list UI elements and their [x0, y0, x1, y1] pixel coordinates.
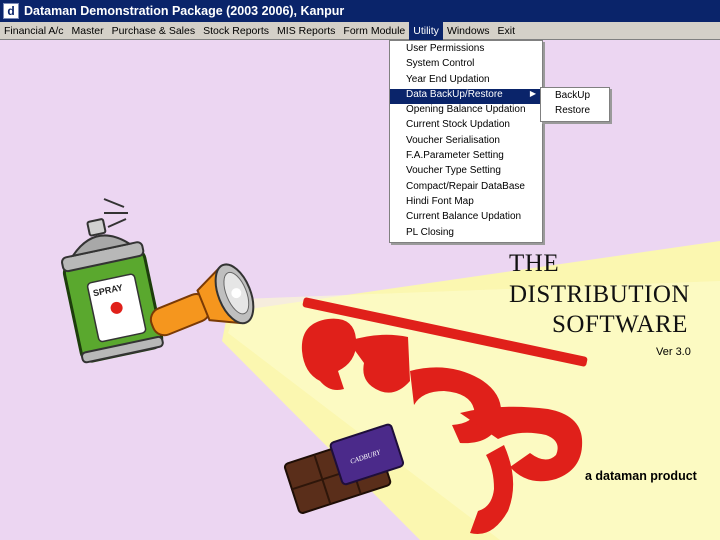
menu-mis-reports[interactable]: MIS Reports	[273, 22, 339, 40]
splash-title-distribution: DISTRIBUTION	[509, 281, 690, 308]
menu-bar: Financial A/c Master Purchase & Sales St…	[0, 21, 720, 40]
menu-item-year-end-updation[interactable]: Year End Updation	[390, 74, 542, 89]
backup-submenu: BackUp Restore	[540, 87, 610, 122]
menu-item-voucher-serialisation[interactable]: Voucher Serialisation	[390, 135, 542, 150]
splash-title-the: THE	[509, 250, 560, 277]
menu-item-system-control[interactable]: System Control	[390, 58, 542, 73]
app-icon[interactable]: d	[3, 3, 19, 19]
menu-item-pl-closing[interactable]: PL Closing	[390, 227, 542, 242]
menu-utility[interactable]: Utility	[409, 21, 443, 40]
version-label: Ver 3.0	[656, 346, 691, 358]
splash-title-software: SOFTWARE	[552, 311, 688, 338]
spray-can-icon: SPRAY	[61, 198, 164, 364]
tagline: a dataman product	[585, 469, 697, 483]
menu-item-fa-parameter-setting[interactable]: F.A.Parameter Setting	[390, 150, 542, 165]
window-title: Dataman Demonstration Package (2003 2006…	[24, 4, 345, 18]
menu-item-compact-repair-database[interactable]: Compact/Repair DataBase	[390, 181, 542, 196]
title-bar: d Dataman Demonstration Package (2003 20…	[0, 0, 720, 22]
menu-item-voucher-type-setting[interactable]: Voucher Type Setting	[390, 165, 542, 180]
menu-master[interactable]: Master	[68, 22, 108, 40]
submenu-arrow-icon: ▶	[529, 88, 536, 98]
utility-menu: User Permissions System Control Year End…	[389, 40, 543, 243]
submenu-item-backup[interactable]: BackUp	[541, 90, 609, 105]
menu-item-current-balance-updation[interactable]: Current Balance Updation	[390, 211, 542, 226]
menu-stock-reports[interactable]: Stock Reports	[199, 22, 273, 40]
menu-item-hindi-font-map[interactable]: Hindi Font Map	[390, 196, 542, 211]
menu-item-data-backup-restore-label: Data BackUp/Restore	[406, 88, 503, 100]
menu-item-current-stock-updation[interactable]: Current Stock Updation	[390, 119, 542, 134]
menu-form-module[interactable]: Form Module	[339, 22, 409, 40]
menu-windows[interactable]: Windows	[443, 22, 494, 40]
splash-canvas: SPRAY CADBURY THE DISTRIBUTION SOFTWARE …	[0, 41, 720, 540]
menu-item-opening-balance-updation[interactable]: Opening Balance Updation	[390, 104, 542, 119]
menu-purchase-sales[interactable]: Purchase & Sales	[108, 22, 199, 40]
menu-item-data-backup-restore[interactable]: Data BackUp/Restore ▶	[390, 88, 542, 105]
menu-item-user-permissions[interactable]: User Permissions	[390, 43, 542, 58]
menu-financial[interactable]: Financial A/c	[0, 22, 68, 40]
menu-exit[interactable]: Exit	[494, 22, 520, 40]
submenu-item-restore[interactable]: Restore	[541, 105, 609, 120]
